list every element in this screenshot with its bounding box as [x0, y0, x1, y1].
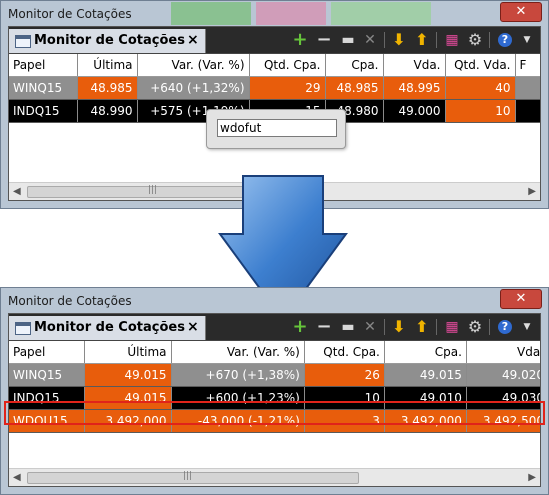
comment-icon[interactable]: ▬	[339, 31, 357, 49]
cell-qtd-cpa: 26	[304, 363, 385, 387]
cell-qtd-cpa: 29	[249, 76, 326, 100]
grip-icon: |||	[183, 471, 193, 481]
minus-icon[interactable]: −	[315, 318, 333, 336]
cell-vda: 48.995	[383, 76, 446, 100]
column-header-cpa[interactable]: Cpa.	[325, 54, 384, 77]
help-icon[interactable]: ?	[498, 320, 512, 334]
column-header-vda[interactable]: Vda.	[466, 341, 540, 364]
tab-label: Monitor de Cotações	[34, 320, 185, 335]
cell-ultima: 48.990	[77, 99, 138, 123]
column-header-qtd-cpa[interactable]: Qtd. Cpa.	[249, 54, 326, 77]
toolbar-separator	[489, 319, 490, 335]
gear-icon[interactable]: ⚙	[466, 31, 484, 49]
toolbar-separator	[489, 32, 490, 48]
background-app-strip	[171, 2, 251, 25]
color-grid-icon[interactable]: ▦	[443, 31, 461, 49]
scroll-right-icon[interactable]: ▶	[528, 472, 536, 483]
cell-qtd-vda: 10	[445, 99, 516, 123]
table-header-row: Papel Última Var. (Var. %) Qtd. Cpa. Cpa…	[9, 54, 540, 77]
cell-f	[515, 76, 540, 100]
tab-label: Monitor de Cotações	[34, 33, 185, 48]
tab-quote-monitor[interactable]: Monitor de Cotações ×	[9, 29, 206, 53]
cell-papel: INDQ15	[9, 99, 78, 123]
gear-icon[interactable]: ⚙	[466, 318, 484, 336]
cell-f	[515, 99, 540, 123]
background-app-strip	[331, 2, 431, 25]
symbol-search-popup	[206, 109, 346, 149]
toolbar-separator	[436, 32, 437, 48]
background-app-strip	[256, 2, 326, 25]
cell-cpa: 48.985	[325, 76, 384, 100]
column-header-f[interactable]: F	[515, 54, 540, 77]
scroll-thumb[interactable]: |||	[27, 471, 359, 484]
arrow-down-icon[interactable]: ⬇	[390, 31, 408, 49]
window-titlebar[interactable]: Monitor de Cotações ✕	[1, 288, 548, 314]
tab-quote-monitor[interactable]: Monitor de Cotações ×	[9, 316, 206, 340]
plus-icon[interactable]: +	[291, 318, 309, 336]
minus-icon[interactable]: −	[315, 31, 333, 49]
close-icon: ✕	[515, 291, 527, 306]
column-header-vda[interactable]: Vda.	[383, 54, 446, 77]
horizontal-scrollbar[interactable]: ◀ ||| ▶	[9, 468, 540, 486]
tab-bar: Monitor de Cotações × + − ▬ ✕ ⬇ ⬆ ▦ ⚙ ? …	[9, 27, 540, 54]
window-title: Monitor de Cotações	[8, 7, 132, 21]
help-icon[interactable]: ?	[498, 33, 512, 47]
scroll-left-icon[interactable]: ◀	[13, 186, 21, 197]
column-header-ultima[interactable]: Última	[77, 54, 138, 77]
delete-icon[interactable]: ✕	[361, 318, 379, 336]
table-row[interactable]: WINQ15 48.985 +640 (+1,32%) 29 48.985 48…	[9, 76, 540, 100]
dropdown-icon[interactable]: ▼	[518, 31, 536, 49]
window-titlebar[interactable]: Monitor de Cotações ✕	[1, 1, 548, 27]
cell-var: +670 (+1,38%)	[171, 363, 305, 387]
cell-vda: 49.000	[383, 99, 446, 123]
comment-icon[interactable]: ▬	[339, 318, 357, 336]
window-close-button[interactable]: ✕	[500, 2, 542, 22]
window-content: Monitor de Cotações × + − ▬ ✕ ⬇ ⬆ ▦ ⚙ ? …	[8, 313, 541, 487]
tab-bar: Monitor de Cotações × + − ▬ ✕ ⬇ ⬆ ▦ ⚙ ? …	[9, 314, 540, 341]
cell-vda: 49.020	[466, 363, 540, 387]
column-header-cpa[interactable]: Cpa.	[384, 341, 467, 364]
cell-var: +640 (+1,32%)	[137, 76, 250, 100]
arrow-up-icon[interactable]: ⬆	[413, 31, 431, 49]
column-header-var[interactable]: Var. (Var. %)	[171, 341, 305, 364]
window-tab-icon	[15, 35, 31, 48]
cell-papel: WINQ15	[9, 363, 86, 387]
new-row-highlight	[4, 401, 545, 425]
window-title: Monitor de Cotações	[8, 294, 132, 308]
column-header-qtd-vda[interactable]: Qtd. Vda.	[445, 54, 516, 77]
toolbar-separator	[384, 32, 385, 48]
cell-cpa: 49.015	[384, 363, 467, 387]
table-header-row: Papel Última Var. (Var. %) Qtd. Cpa. Cpa…	[9, 341, 540, 364]
bottom-quote-monitor-window: Monitor de Cotações ✕ Monitor de Cotaçõe…	[0, 287, 549, 495]
toolbar-separator	[436, 319, 437, 335]
toolbar-separator	[384, 319, 385, 335]
arrow-down-icon[interactable]: ⬇	[390, 318, 408, 336]
symbol-search-input[interactable]	[217, 119, 337, 137]
window-tab-icon	[15, 322, 31, 335]
column-header-papel[interactable]: Papel	[9, 54, 78, 77]
arrow-up-icon[interactable]: ⬆	[413, 318, 431, 336]
color-grid-icon[interactable]: ▦	[443, 318, 461, 336]
column-header-qtd-cpa[interactable]: Qtd. Cpa.	[304, 341, 385, 364]
column-header-var[interactable]: Var. (Var. %)	[137, 54, 250, 77]
cell-ultima: 49.015	[84, 363, 172, 387]
cell-ultima: 48.985	[77, 76, 138, 100]
cell-qtd-vda: 40	[445, 76, 516, 100]
table-row[interactable]: WINQ15 49.015 +670 (+1,38%) 26 49.015 49…	[9, 363, 540, 387]
plus-icon[interactable]: +	[291, 31, 309, 49]
tab-close-icon[interactable]: ×	[187, 32, 199, 48]
scroll-left-icon[interactable]: ◀	[13, 472, 21, 483]
window-close-button[interactable]: ✕	[500, 289, 542, 309]
dropdown-icon[interactable]: ▼	[518, 318, 536, 336]
column-header-papel[interactable]: Papel	[9, 341, 86, 364]
cell-papel: WINQ15	[9, 76, 78, 100]
tab-close-icon[interactable]: ×	[187, 319, 199, 335]
column-header-ultima[interactable]: Última	[84, 341, 172, 364]
close-icon: ✕	[515, 4, 527, 19]
grip-icon: |||	[148, 185, 158, 195]
delete-icon[interactable]: ✕	[361, 31, 379, 49]
scroll-right-icon[interactable]: ▶	[528, 186, 536, 197]
